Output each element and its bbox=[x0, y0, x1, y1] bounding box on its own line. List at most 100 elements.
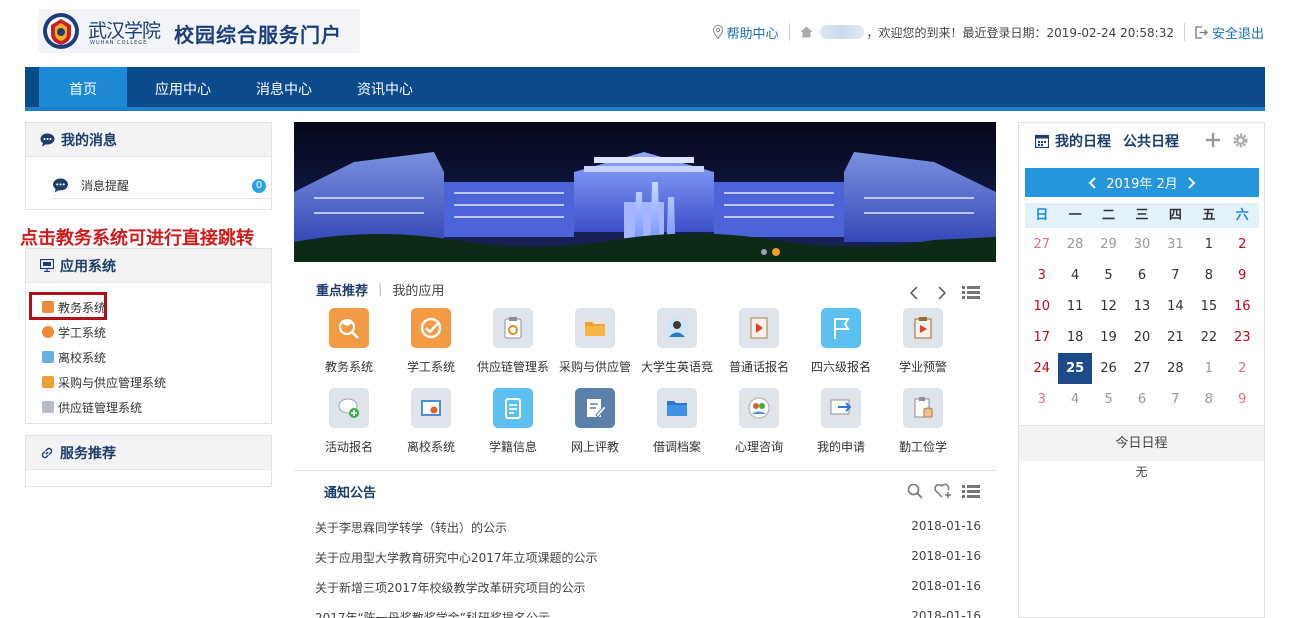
tab-public-schedule[interactable]: 公共日程 bbox=[1123, 131, 1179, 151]
notice-item[interactable]: 关于新增三项2017年校级教学改革研究项目的公示 2018-01-16 bbox=[315, 579, 981, 599]
app-label: 采购与供应管 bbox=[558, 360, 631, 374]
campus-banner-image[interactable] bbox=[294, 122, 996, 262]
calendar-day[interactable]: 14 bbox=[1159, 291, 1192, 322]
calendar-day-today[interactable]: 25 bbox=[1058, 353, 1092, 384]
app-my-applications[interactable]: 我的申请 bbox=[800, 388, 882, 468]
calendar-day[interactable]: 6 bbox=[1125, 260, 1158, 291]
calendar-day[interactable]: 30 bbox=[1125, 229, 1158, 260]
calendar-day[interactable]: 2 bbox=[1226, 229, 1259, 260]
calendar-day[interactable]: 3 bbox=[1025, 384, 1058, 415]
nav-tab-news-center[interactable]: 资讯中心 bbox=[341, 67, 429, 107]
notice-item[interactable]: 2017年“陈一丹奖教奖学金”科研奖提名公示 2018-01-16 bbox=[315, 609, 981, 618]
calendar-day[interactable]: 27 bbox=[1125, 353, 1158, 384]
calendar-day[interactable]: 5 bbox=[1092, 384, 1125, 415]
app-mandarin-registration[interactable]: 普通话报名 bbox=[718, 308, 800, 388]
calendar-day[interactable]: 11 bbox=[1058, 291, 1091, 322]
apps-tabs: 重点推荐 | 我的应用 bbox=[316, 280, 444, 299]
system-link-supply-chain[interactable]: 供应链管理系统 bbox=[42, 397, 142, 417]
chat-plus-icon bbox=[329, 388, 369, 428]
calendar-day[interactable]: 28 bbox=[1159, 353, 1192, 384]
message-reminder-item[interactable]: 消息提醒 0 bbox=[52, 173, 272, 199]
system-link-leaving-school[interactable]: 离校系统 bbox=[42, 347, 106, 367]
calendar-day[interactable]: 20 bbox=[1125, 322, 1158, 353]
calendar-day[interactable]: 3 bbox=[1025, 260, 1058, 291]
app-academic-system[interactable]: 教务系统 bbox=[308, 308, 390, 388]
calendar-day[interactable]: 19 bbox=[1092, 322, 1125, 353]
calendar-day[interactable]: 8 bbox=[1192, 384, 1225, 415]
list-view-icon[interactable] bbox=[962, 484, 980, 499]
schedule-header: 我的日程 公共日程 bbox=[1019, 123, 1264, 159]
app-student-status[interactable]: 学籍信息 bbox=[472, 388, 554, 468]
calendar-day[interactable]: 9 bbox=[1226, 260, 1259, 291]
calendar-day[interactable]: 1 bbox=[1192, 229, 1225, 260]
logout-link[interactable]: 安全退出 bbox=[1212, 23, 1264, 42]
system-label: 离校系统 bbox=[58, 350, 107, 365]
calendar-day[interactable]: 16 bbox=[1226, 291, 1259, 322]
calendar-day[interactable]: 5 bbox=[1092, 260, 1125, 291]
chevron-left-icon[interactable] bbox=[908, 285, 920, 301]
help-center-link[interactable]: 帮助中心 bbox=[727, 23, 779, 42]
calendar-day[interactable]: 31 bbox=[1159, 229, 1192, 260]
app-counseling[interactable]: 心理咨询 bbox=[718, 388, 800, 468]
calendar-day[interactable]: 28 bbox=[1058, 229, 1091, 260]
nav-tab-app-center[interactable]: 应用中心 bbox=[139, 67, 227, 107]
header: 武汉学院 WUHAN COLLEGE 校园综合服务门户 帮助中心 ，欢迎您的到来… bbox=[0, 0, 1316, 66]
gear-icon[interactable] bbox=[1232, 132, 1249, 149]
tab-my-schedule[interactable]: 我的日程 bbox=[1055, 131, 1111, 151]
calendar-day[interactable]: 27 bbox=[1025, 229, 1058, 260]
app-activity-registration[interactable]: 活动报名 bbox=[308, 388, 390, 468]
system-link-student-affairs[interactable]: 学工系统 bbox=[42, 322, 106, 342]
nav-tab-home[interactable]: 首页 bbox=[39, 67, 127, 107]
calendar-day[interactable]: 22 bbox=[1192, 322, 1225, 353]
tab-my-apps[interactable]: 我的应用 bbox=[392, 280, 444, 299]
calendar-day[interactable]: 18 bbox=[1058, 322, 1091, 353]
college-logo[interactable]: 武汉学院 WUHAN COLLEGE 校园综合服务门户 bbox=[38, 9, 360, 53]
nav-tab-message-center[interactable]: 消息中心 bbox=[240, 67, 328, 107]
chat-bubble-icon bbox=[53, 178, 68, 193]
calendar-day[interactable]: 9 bbox=[1226, 384, 1259, 415]
calendar-day[interactable]: 7 bbox=[1159, 384, 1192, 415]
notice-item[interactable]: 关于应用型大学教育研究中心2017年立项课题的公示 2018-01-16 bbox=[315, 549, 981, 569]
chevron-left-icon[interactable] bbox=[1088, 176, 1098, 189]
app-supply-chain[interactable]: 供应链管理系 bbox=[472, 308, 554, 388]
notice-title: 2017年“陈一丹奖教奖学金”科研奖提名公示 bbox=[315, 611, 550, 618]
calendar-day[interactable]: 17 bbox=[1025, 322, 1058, 353]
notice-item[interactable]: 关于李思霖同学转学（转出）的公示 2018-01-16 bbox=[315, 519, 981, 539]
app-procurement[interactable]: 采购与供应管 bbox=[554, 308, 636, 388]
calendar-day[interactable]: 12 bbox=[1092, 291, 1125, 322]
calendar-day[interactable]: 23 bbox=[1226, 322, 1259, 353]
tab-featured[interactable]: 重点推荐 bbox=[316, 280, 368, 299]
app-transfer-archive[interactable]: 借调档案 bbox=[636, 388, 718, 468]
app-english-contest[interactable]: 大学生英语竞 bbox=[636, 308, 718, 388]
calendar-day[interactable]: 6 bbox=[1125, 384, 1158, 415]
app-academic-warning[interactable]: 学业预警 bbox=[882, 308, 964, 388]
app-cet-registration[interactable]: 四六级报名 bbox=[800, 308, 882, 388]
list-view-icon[interactable] bbox=[962, 285, 980, 300]
user-bar: 帮助中心 ，欢迎您的到来！最近登录日期：2019-02-24 20:58:32 … bbox=[712, 20, 1264, 44]
app-work-study[interactable]: 勤工俭学 bbox=[882, 388, 964, 468]
app-teaching-evaluation[interactable]: 网上评教 bbox=[554, 388, 636, 468]
chevron-right-icon[interactable] bbox=[1186, 176, 1196, 189]
calendar-day[interactable]: 15 bbox=[1192, 291, 1225, 322]
app-student-affairs[interactable]: 学工系统 bbox=[390, 308, 472, 388]
calendar-day[interactable]: 2 bbox=[1226, 353, 1259, 384]
search-icon[interactable] bbox=[907, 483, 923, 499]
calendar-day[interactable]: 10 bbox=[1025, 291, 1058, 322]
calendar-day[interactable]: 1 bbox=[1192, 353, 1225, 384]
app-leaving-school[interactable]: 离校系统 bbox=[390, 388, 472, 468]
calendar-day[interactable]: 24 bbox=[1025, 353, 1058, 384]
calendar-day[interactable]: 26 bbox=[1092, 353, 1125, 384]
system-link-procurement[interactable]: 采购与供应管理系统 bbox=[42, 372, 166, 392]
annotation-highlight-box bbox=[29, 292, 107, 320]
calendar-day[interactable]: 29 bbox=[1092, 229, 1125, 260]
calendar-day[interactable]: 4 bbox=[1058, 260, 1091, 291]
calendar-day[interactable]: 21 bbox=[1159, 322, 1192, 353]
heart-plus-icon[interactable] bbox=[934, 482, 952, 499]
calendar-day[interactable]: 8 bbox=[1192, 260, 1225, 291]
add-icon[interactable] bbox=[1205, 132, 1221, 148]
calendar-day[interactable]: 13 bbox=[1125, 291, 1158, 322]
chevron-right-icon[interactable] bbox=[936, 285, 948, 301]
calendar-day[interactable]: 4 bbox=[1058, 384, 1091, 415]
services-panel: 服务推荐 bbox=[25, 435, 272, 487]
calendar-day[interactable]: 7 bbox=[1159, 260, 1192, 291]
